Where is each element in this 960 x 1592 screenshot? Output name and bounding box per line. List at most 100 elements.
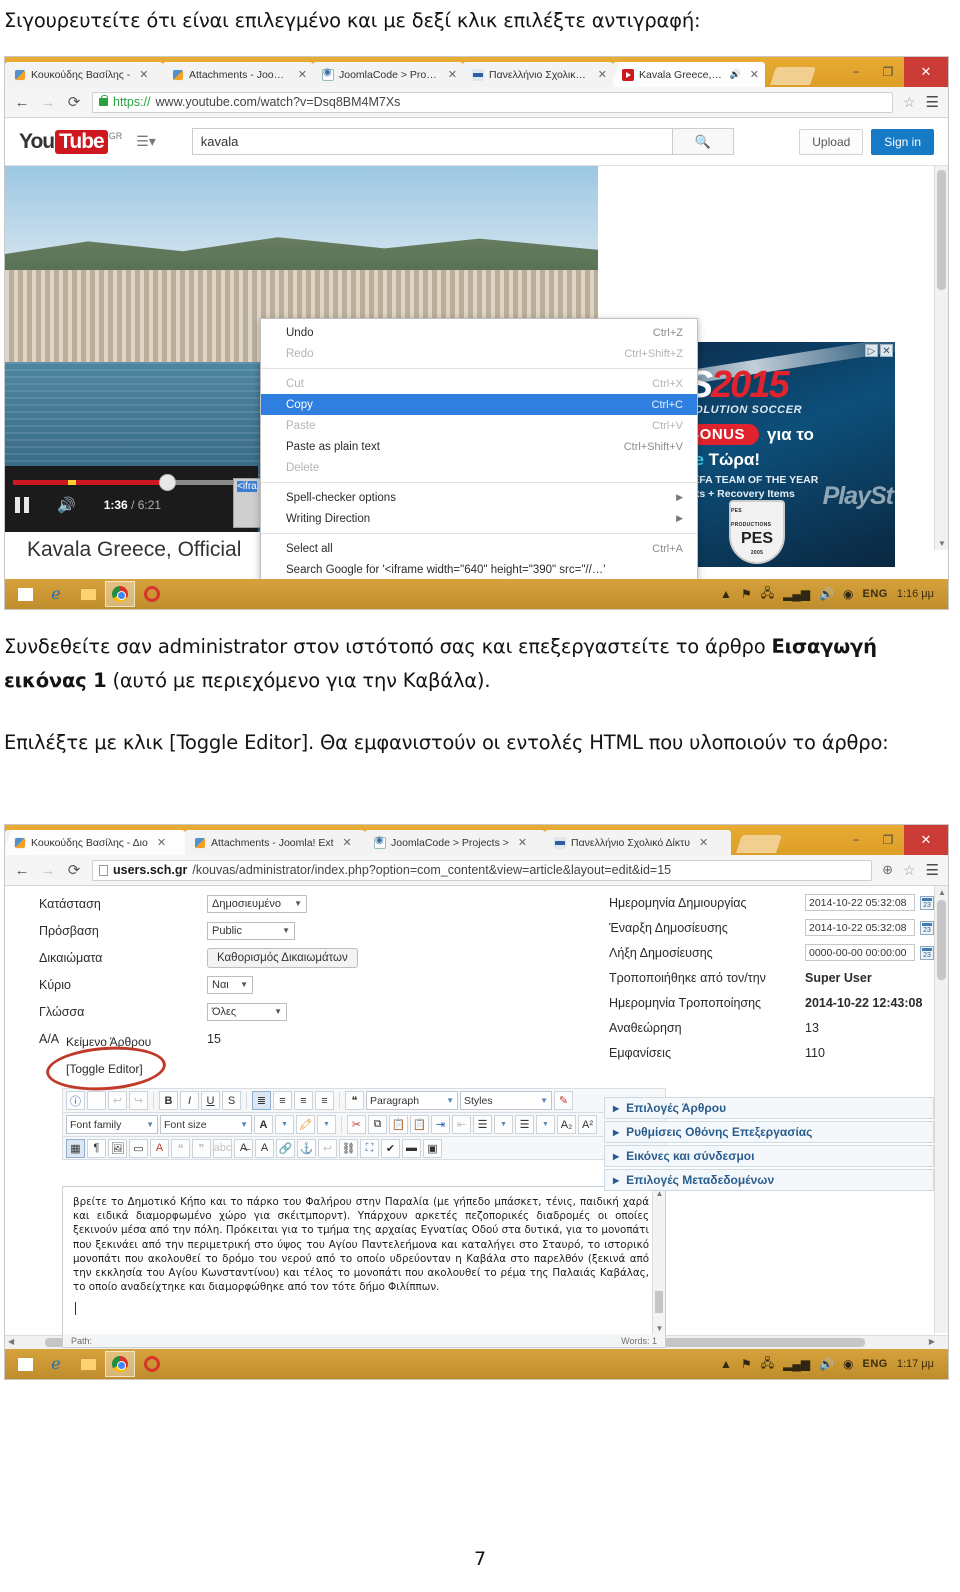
show-invisibles-icon[interactable]: ¶ — [87, 1138, 106, 1158]
browser-tab-2[interactable]: Attachments - Joomla! Ext ✕ — [185, 830, 365, 855]
tray-signal-icon[interactable]: ▂▄▆ — [783, 1357, 810, 1371]
minimize-button[interactable]: − — [840, 825, 872, 855]
hamburger-menu-icon[interactable]: ☰ — [926, 861, 939, 879]
text-color-icon[interactable]: A — [254, 1115, 273, 1134]
strikethrough-icon[interactable]: S — [222, 1091, 241, 1110]
ordered-list-icon[interactable]: ☰ — [473, 1115, 492, 1134]
reload-icon[interactable]: ⟳ — [66, 93, 82, 111]
article-text-editor[interactable]: βρείτε το Δημοτικό Κήπο και το πάρκο του… — [62, 1186, 666, 1336]
tray-volume-icon[interactable]: 🔊 — [819, 587, 834, 601]
search-button[interactable]: 🔍 — [671, 128, 734, 155]
address-bar[interactable]: users.sch.gr/kouvas/administrator/index.… — [92, 859, 873, 881]
scroll-down-icon[interactable]: ▼ — [935, 539, 948, 548]
new-tab-button[interactable] — [736, 835, 782, 853]
highlight-color-icon[interactable]: 🖍 — [296, 1115, 315, 1134]
close-icon[interactable]: ✕ — [699, 836, 708, 849]
chevron-down-icon[interactable]: ▼ — [494, 1115, 513, 1134]
featured-select[interactable]: Ναι ▼ — [207, 975, 253, 994]
taskbar-ie-icon[interactable]: ℯ — [41, 1351, 71, 1377]
subscript-icon[interactable]: A₂ — [557, 1115, 576, 1134]
language-indicator[interactable]: ENG — [863, 588, 888, 600]
taskbar-chrome-icon[interactable] — [105, 581, 135, 607]
context-menu-item-spellchecker[interactable]: Spell-checker options ▶ — [261, 487, 697, 508]
hamburger-menu-icon[interactable]: ☰ — [926, 93, 939, 111]
tray-flag-icon[interactable]: ⚑ — [741, 587, 752, 601]
tray-shield-icon[interactable]: ◉ — [843, 587, 853, 601]
paragraph-format-select[interactable]: Paragraph ▼ — [366, 1091, 458, 1110]
browser-tab-4[interactable]: Πανελλήνιο Σχολικό Δ ✕ — [463, 62, 613, 87]
youtube-logo[interactable]: You Tube GR — [19, 129, 122, 154]
bookmark-star-icon[interactable]: ☆ — [903, 94, 916, 111]
signin-button[interactable]: Sign in — [871, 128, 934, 155]
restore-button[interactable]: ❐ — [872, 825, 904, 855]
scroll-down-icon[interactable]: ▼ — [653, 1324, 665, 1333]
calendar-icon[interactable] — [920, 920, 934, 935]
created-date-input[interactable]: 2014-10-22 05:32:08 — [805, 894, 915, 911]
pause-icon[interactable] — [15, 497, 29, 513]
minimize-button[interactable]: − — [840, 57, 872, 87]
progress-handle[interactable] — [159, 474, 176, 491]
scroll-up-icon[interactable]: ▲ — [935, 888, 948, 897]
context-menu-item-paste-plain[interactable]: Paste as plain text Ctrl+Shift+V — [261, 436, 697, 457]
find-replace-icon[interactable]: A — [150, 1138, 169, 1158]
language-select[interactable]: Όλες ▼ — [207, 1002, 287, 1021]
taskbar-clock[interactable]: 1:16 μμ — [897, 588, 934, 600]
tray-network-icon[interactable]: 🖧 — [761, 584, 774, 605]
spellcheck-icon[interactable]: ✔ — [381, 1138, 400, 1158]
page-scrollbar[interactable]: ▲ ▼ — [934, 166, 948, 550]
insert-layer-icon[interactable]: ▣ — [423, 1138, 442, 1158]
restore-button[interactable]: ❐ — [872, 57, 904, 87]
taskbar-opera-icon[interactable] — [137, 1351, 167, 1377]
calendar-icon[interactable] — [920, 945, 934, 960]
back-icon[interactable]: ← — [14, 862, 30, 879]
browser-tab-5-active[interactable]: Kavala Greece, Offi 🔊 ✕ — [613, 62, 765, 87]
toggle-editor-link[interactable]: [Toggle Editor] — [66, 1062, 143, 1076]
editor-body-text[interactable]: βρείτε το Δημοτικό Κήπο και το πάρκο του… — [63, 1187, 665, 1294]
address-bar[interactable]: https:// www.youtube.com/watch?v=Dsq8BM4M… — [92, 91, 893, 113]
browser-tab-3[interactable]: JoomlaCode > Project ✕ — [313, 62, 463, 87]
cut-icon[interactable]: ✂ — [347, 1115, 366, 1134]
progress-bar[interactable] — [13, 474, 249, 491]
tray-network-icon[interactable]: 🖧 — [761, 1354, 774, 1375]
close-window-button[interactable]: ✕ — [904, 825, 948, 855]
italic-icon[interactable]: I — [180, 1091, 199, 1110]
guide-menu-icon[interactable]: ☰▾ — [136, 133, 156, 150]
bookmark-star-icon[interactable]: ☆ — [903, 862, 916, 879]
anchor-icon[interactable]: ⚓ — [297, 1138, 316, 1158]
font-icon[interactable]: A — [255, 1138, 274, 1158]
taskbar-clock[interactable]: 1:17 μμ — [897, 1358, 934, 1370]
fullscreen-icon[interactable]: ⛶ — [360, 1138, 379, 1158]
superscript-icon[interactable]: A² — [578, 1115, 597, 1134]
clear-formatting-icon[interactable]: A̶ — [234, 1138, 253, 1158]
paste-icon[interactable]: 📋 — [389, 1115, 408, 1134]
chevron-down-icon[interactable]: ▼ — [317, 1115, 336, 1134]
close-icon[interactable]: ✕ — [518, 836, 527, 849]
browser-tab-2[interactable]: Attachments - Joomla ✕ — [163, 62, 313, 87]
start-publishing-input[interactable]: 2014-10-22 05:32:08 — [805, 919, 915, 936]
close-icon[interactable]: ✕ — [343, 836, 352, 849]
taskbar-opera-icon[interactable] — [137, 581, 167, 607]
indent-icon[interactable]: ⇥ — [431, 1115, 450, 1134]
adchoices-icon[interactable]: ▷ — [865, 344, 878, 357]
panel-edit-screen-settings[interactable]: ▶ Ρυθμίσεις Οθόνης Επεξεργασίας — [604, 1121, 934, 1143]
search-input[interactable]: kavala — [191, 128, 672, 155]
context-menu-item-search-google[interactable]: Search Google for '<iframe width="640" h… — [261, 559, 697, 580]
new-tab-button[interactable] — [770, 67, 816, 85]
close-window-button[interactable]: ✕ — [904, 57, 948, 87]
tray-signal-icon[interactable]: ▂▄▆ — [783, 587, 810, 601]
taskbar-chrome-icon[interactable] — [105, 1351, 135, 1377]
close-icon[interactable]: ✕ — [448, 68, 457, 81]
paste-text-icon[interactable]: 📋 — [410, 1115, 429, 1134]
status-select[interactable]: Δημοσιευμένο ▼ — [207, 894, 307, 913]
zoom-icon[interactable]: ⊕ — [882, 862, 893, 878]
close-icon[interactable]: ✕ — [750, 68, 759, 81]
context-menu-item-writing-direction[interactable]: Writing Direction ▶ — [261, 508, 697, 529]
tray-expand-icon[interactable]: ▲ — [720, 587, 732, 601]
scroll-right-icon[interactable]: ▶ — [929, 1337, 935, 1346]
align-center-icon[interactable]: ≡ — [273, 1091, 292, 1110]
formatting-pen-icon[interactable]: ✎ — [554, 1091, 573, 1110]
reload-icon[interactable]: ⟳ — [66, 861, 82, 879]
editor-scrollbar[interactable]: ▲ ▼ — [652, 1187, 665, 1335]
scrollbar-thumb[interactable] — [937, 170, 946, 290]
styles-select[interactable]: Styles ▼ — [460, 1091, 552, 1110]
